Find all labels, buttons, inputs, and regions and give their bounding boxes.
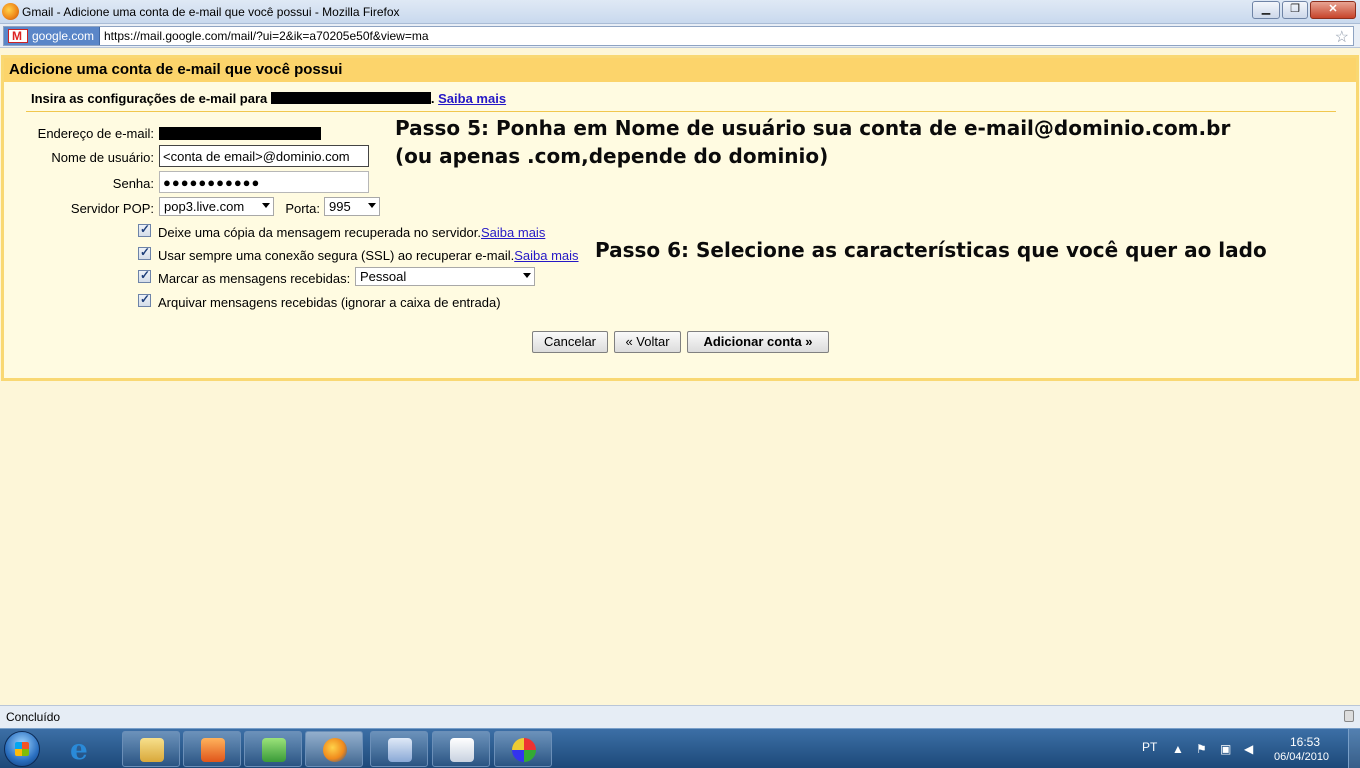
add-account-button[interactable]: Adicionar conta » xyxy=(687,331,829,353)
paint-icon xyxy=(512,738,536,762)
ssl-checkbox[interactable] xyxy=(138,245,151,260)
dialog-title: Adicione uma conta de e-mail que você po… xyxy=(9,61,343,78)
back-button[interactable]: « Voltar xyxy=(614,331,681,353)
port-select[interactable]: 995 xyxy=(324,197,380,216)
taskbar-firefox[interactable] xyxy=(305,731,363,767)
status-bar: Concluído xyxy=(0,705,1360,728)
add-account-dialog: Adicione uma conta de e-mail que você po… xyxy=(1,55,1359,381)
instruction-text: Insira as configurações de e-mail para .… xyxy=(31,91,506,106)
clock-date[interactable]: 06/04/2010 xyxy=(1274,751,1329,763)
status-text: Concluído xyxy=(6,710,61,724)
leave-copy-label: Deixe uma cópia da mensagem recuperada n… xyxy=(158,225,482,240)
bookmark-star-icon[interactable]: ☆ xyxy=(1335,27,1349,47)
navigation-bar: google.com https://mail.google.com/mail/… xyxy=(0,24,1360,48)
minimize-button[interactable]: ▁ xyxy=(1252,1,1280,19)
cancel-button[interactable]: Cancelar xyxy=(532,331,608,353)
archive-checkbox[interactable] xyxy=(138,292,151,307)
step5-note-line2: (ou apenas .com,depende do dominio) xyxy=(395,144,829,168)
taskbar-media-player[interactable] xyxy=(183,731,241,767)
ssl-option: Usar sempre uma conexão segura (SSL) ao … xyxy=(158,248,579,263)
ssl-label: Usar sempre uma conexão segura (SSL) ao … xyxy=(158,248,515,263)
window-titlebar: Gmail - Adicione uma conta de e-mail que… xyxy=(0,0,1360,24)
pop-server-value: pop3.live.com xyxy=(164,199,245,214)
divider xyxy=(26,111,1336,112)
pop-server-label: Servidor POP: xyxy=(70,201,154,216)
folder-icon xyxy=(140,738,164,762)
learn-more-link[interactable]: Saiba mais xyxy=(438,91,506,106)
instruction-suffix: . xyxy=(430,91,435,106)
internet-explorer-icon[interactable]: e xyxy=(70,733,110,766)
taskbar-jc[interactable] xyxy=(370,731,428,767)
start-button[interactable] xyxy=(4,731,40,767)
dialog-header: Adicione uma conta de e-mail que você po… xyxy=(4,58,1356,82)
leave-copy-checkbox[interactable] xyxy=(138,222,151,237)
page-content: Adicione uma conta de e-mail que você po… xyxy=(0,49,1360,705)
redacted-email xyxy=(270,92,431,104)
close-button[interactable]: ✕ xyxy=(1310,1,1356,19)
address-field[interactable]: google.com https://mail.google.com/mail/… xyxy=(3,26,1354,46)
jc-icon xyxy=(388,738,412,762)
firefox-icon xyxy=(2,3,19,20)
window-title: Gmail - Adicione uma conta de e-mail que… xyxy=(22,5,400,19)
network-icon[interactable]: ▣ xyxy=(1220,742,1234,756)
label-select[interactable]: Pessoal xyxy=(355,267,535,286)
port-value: 995 xyxy=(329,199,351,214)
tray-expand-icon[interactable]: ▲ xyxy=(1172,742,1186,756)
archive-label: Arquivar mensagens recebidas (ignorar a … xyxy=(158,295,501,310)
url-text[interactable]: https://mail.google.com/mail/?ui=2&ik=a7… xyxy=(104,29,429,43)
volume-icon[interactable]: ◀ xyxy=(1244,742,1258,756)
email-label: Endereço de e-mail: xyxy=(37,126,154,141)
clock-time[interactable]: 16:53 xyxy=(1290,735,1320,749)
step5-note-line1: Passo 5: Ponha em Nome de usuário sua co… xyxy=(395,116,1231,140)
label-select-value: Pessoal xyxy=(360,269,407,284)
username-input[interactable]: <conta de email>@dominio.com xyxy=(159,145,369,167)
chevron-down-icon xyxy=(523,273,531,278)
password-input[interactable]: ●●●●●●●●●●● xyxy=(159,171,369,193)
taskbar-paint[interactable] xyxy=(494,731,552,767)
leave-copy-option: Deixe uma cópia da mensagem recuperada n… xyxy=(158,225,545,240)
username-label: Nome de usuário: xyxy=(51,150,154,165)
lock-icon xyxy=(1344,710,1354,722)
port-label: Porta: xyxy=(285,201,320,216)
site-identity-button[interactable]: google.com xyxy=(4,27,100,45)
leave-copy-learn-more-link[interactable]: Saiba mais xyxy=(481,225,545,240)
ssl-learn-more-link[interactable]: Saiba mais xyxy=(514,248,578,263)
chevron-down-icon xyxy=(368,203,376,208)
taskbar: e PT ▲ ⚑ ▣ ◀ 16:53 06/04/2010 xyxy=(0,728,1360,768)
redacted-email-value xyxy=(159,127,321,140)
taskbar-messenger[interactable] xyxy=(244,731,302,767)
notepad-icon xyxy=(450,738,474,762)
action-center-icon[interactable]: ⚑ xyxy=(1196,742,1210,756)
gmail-icon xyxy=(8,29,28,43)
site-name: google.com xyxy=(32,29,95,43)
media-player-icon xyxy=(201,738,225,762)
pop-server-select[interactable]: pop3.live.com xyxy=(159,197,274,216)
instruction-label: Insira as configurações de e-mail para xyxy=(31,91,268,106)
label-incoming-checkbox[interactable] xyxy=(138,268,151,283)
taskbar-notepad[interactable] xyxy=(432,731,490,767)
firefox-icon xyxy=(323,738,347,762)
password-label: Senha: xyxy=(112,176,154,191)
maximize-button[interactable]: ❐ xyxy=(1282,1,1308,19)
chevron-down-icon xyxy=(262,203,270,208)
messenger-icon xyxy=(262,738,286,762)
taskbar-explorer[interactable] xyxy=(122,731,180,767)
step6-note: Passo 6: Selecione as características qu… xyxy=(595,238,1267,262)
label-incoming-label: Marcar as mensagens recebidas: xyxy=(158,271,351,286)
show-desktop-button[interactable] xyxy=(1348,729,1360,768)
language-indicator[interactable]: PT xyxy=(1142,740,1157,754)
